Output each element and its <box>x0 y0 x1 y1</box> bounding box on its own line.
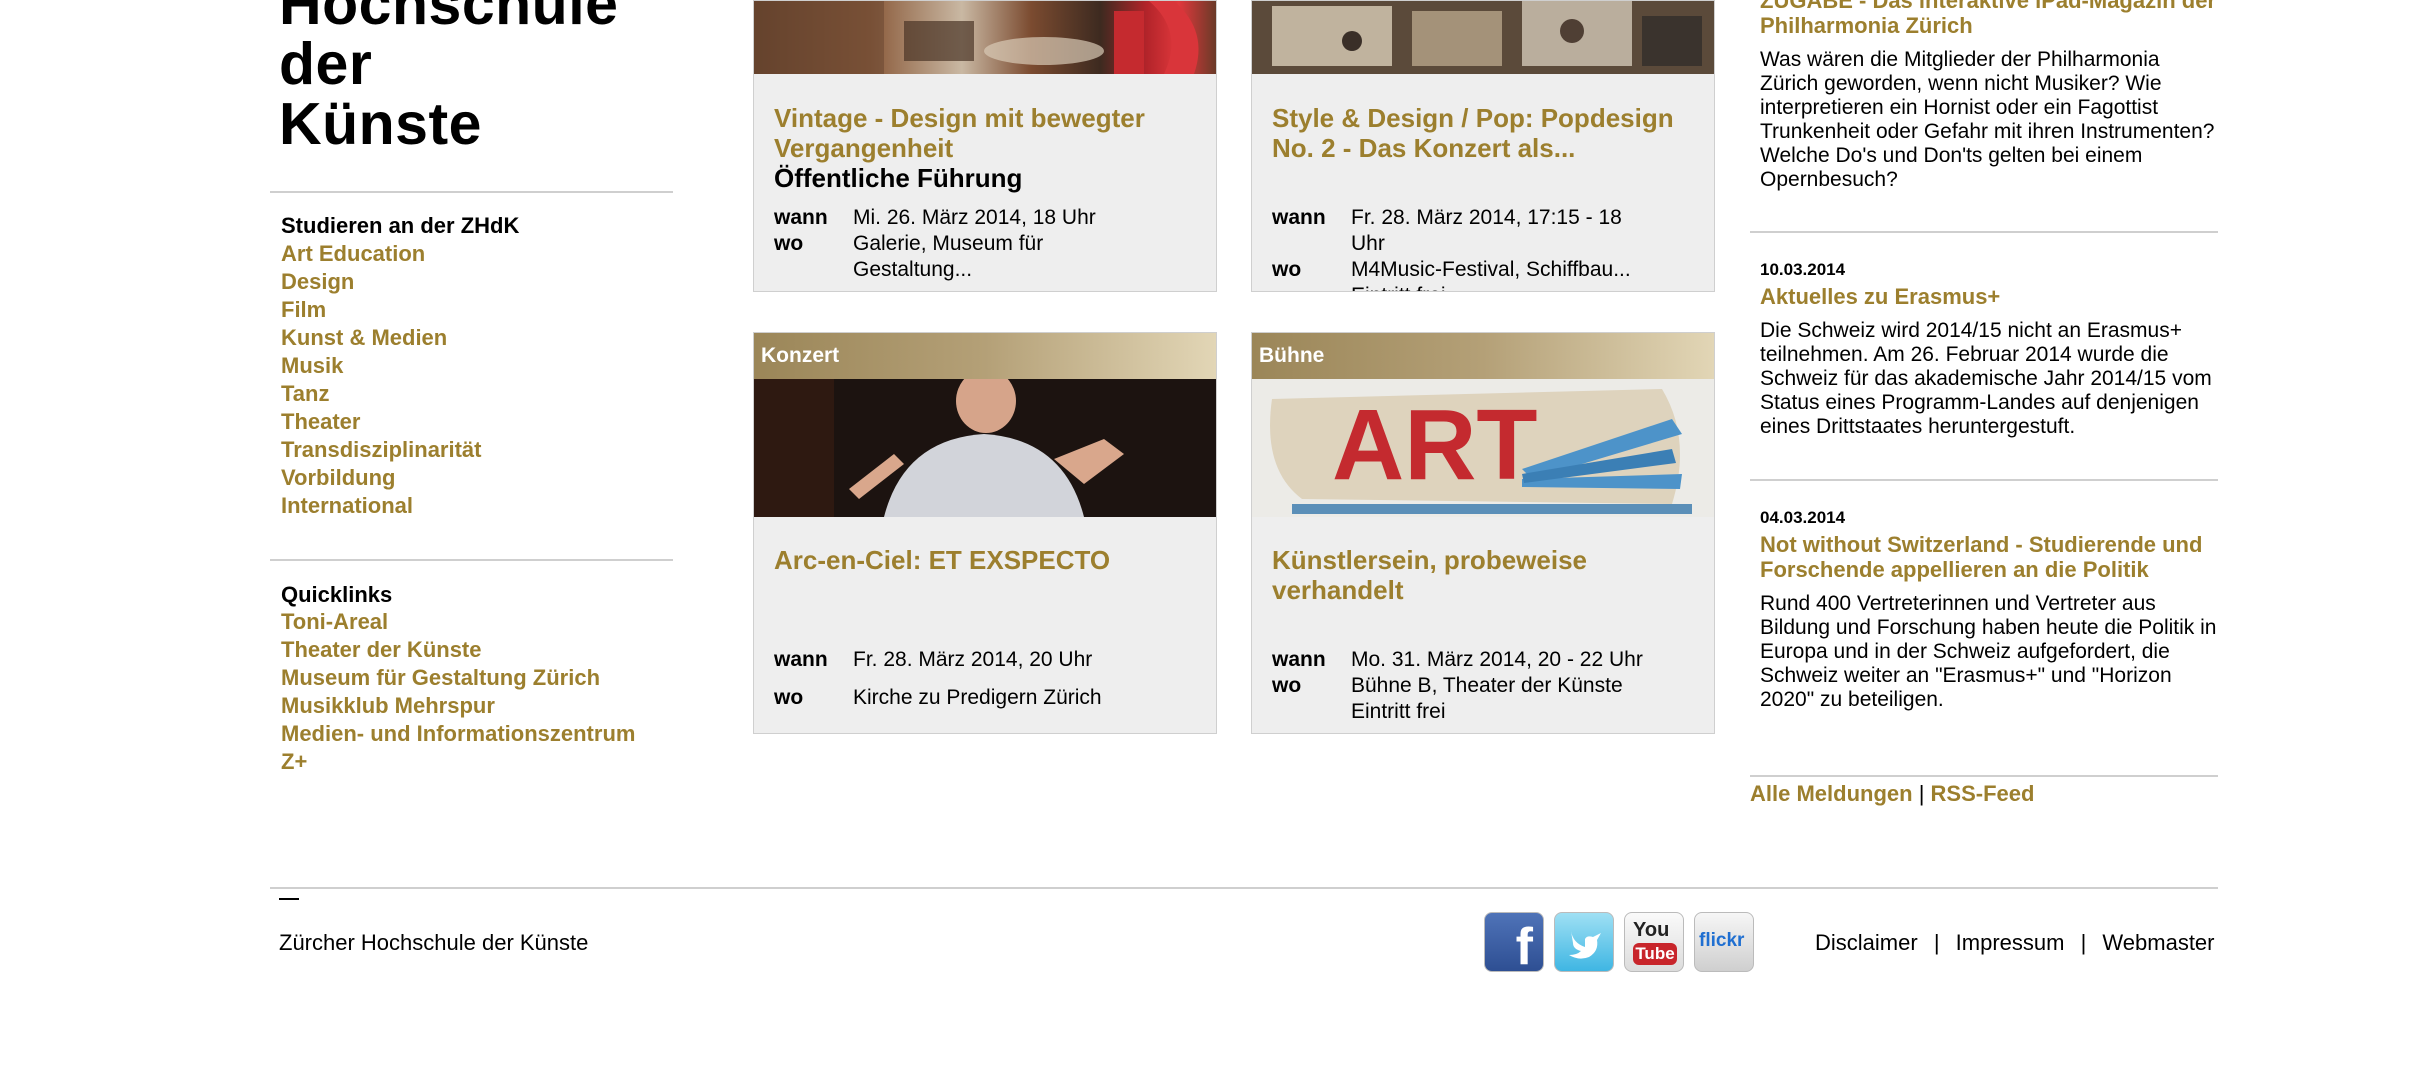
event-card[interactable]: Vintage - Design mit bewegter Vergangenh… <box>753 0 1217 292</box>
footer-institution-name: Zürcher Hochschule der Künste <box>279 930 589 955</box>
news-title[interactable]: Not without Switzerland - Studierende un… <box>1760 532 2220 582</box>
all-news-link[interactable]: Alle Meldungen <box>1750 781 1913 806</box>
event-title[interactable]: Vintage - Design mit bewegter Vergangenh… <box>774 103 1194 163</box>
rss-feed-link[interactable]: RSS-Feed <box>1931 781 2035 806</box>
art-sign-image: ART <box>1252 379 1714 517</box>
footer-links: Disclaimer | Impressum | Webmaster <box>1815 930 2215 956</box>
event-wann-value: Fr. 28. März 2014, 20 Uhr <box>853 648 1093 671</box>
nav-item-design[interactable]: Design <box>281 268 482 296</box>
event-subtitle: Öffentliche Führung <box>774 163 1023 193</box>
event-category: Konzert <box>754 333 1216 379</box>
nav-item-international[interactable]: International <box>281 492 482 520</box>
study-nav: Art Education Design Film Kunst & Medien… <box>281 240 482 520</box>
nav-item-tanz[interactable]: Tanz <box>281 380 482 408</box>
nav-item-transdisziplinaritaet[interactable]: Transdisziplinarität <box>281 436 482 464</box>
disclaimer-link[interactable]: Disclaimer <box>1815 930 1918 955</box>
event-wo-label: wo <box>774 232 804 255</box>
quicklink-theater-der-kuenste[interactable]: Theater der Künste <box>281 636 635 664</box>
event-title[interactable]: Arc-en-Ciel: ET EXSPECTO <box>774 545 1194 575</box>
event-image <box>1252 1 1714 74</box>
event-category: Bühne <box>1252 333 1714 379</box>
art-sign-text: ART <box>1332 389 1538 501</box>
event-title[interactable]: Style & Design / Pop: Popdesign No. 2 - … <box>1272 103 1692 163</box>
webmaster-link[interactable]: Webmaster <box>2102 930 2214 955</box>
news-title[interactable]: ZUGABE - Das interaktive iPad-Magazin de… <box>1760 0 2220 38</box>
nav-item-vorbildung[interactable]: Vorbildung <box>281 464 482 492</box>
event-wann-value: Fr. 28. März 2014, 17:15 - 18 Uhr <box>1351 206 1622 255</box>
flickr-text: flickr <box>1699 930 1745 951</box>
event-wo-label: wo <box>1272 258 1302 281</box>
event-card[interactable]: Konzert Arc-en-Ciel: ET EXSPECTO wann Fr… <box>753 332 1217 734</box>
event-card[interactable]: Bühne ART Künstlersein, probeweise verha… <box>1251 332 1715 734</box>
news-title[interactable]: Aktuelles zu Erasmus+ <box>1760 284 2220 309</box>
facebook-icon-letter: f <box>1515 918 1533 972</box>
quicklink-z-plus[interactable]: Z+ <box>281 748 635 776</box>
event-wo-value: M4Music-Festival, Schiffbau... <box>1351 258 1631 281</box>
event-wo-value: Galerie, Museum für Gestaltung... <box>853 232 1044 281</box>
news-text: Was wären die Mitglieder der Philharmoni… <box>1760 48 2215 191</box>
event-wann-value: Mo. 31. März 2014, 20 - 22 Uhr <box>1351 648 1643 671</box>
logo-line-1: Hochschule <box>279 0 619 37</box>
event-wann-label: wann <box>1272 206 1326 229</box>
divider <box>1750 479 2218 481</box>
study-nav-title: Studieren an der ZHdK <box>281 213 520 238</box>
event-title[interactable]: Künstlersein, probeweise verhandelt <box>1272 545 1692 605</box>
event-wo-label: wo <box>774 686 804 709</box>
event-image <box>754 1 1216 74</box>
divider <box>270 191 673 193</box>
nav-item-musik[interactable]: Musik <box>281 352 482 380</box>
event-wann-label: wann <box>1272 648 1326 671</box>
popdesign-image <box>1252 1 1714 74</box>
event-image: ART <box>1252 379 1714 517</box>
event-image <box>754 379 1216 517</box>
quicklinks-title: Quicklinks <box>281 582 393 607</box>
logo-line-3: Künste <box>279 91 482 157</box>
quicklink-museum-fuer-gestaltung[interactable]: Museum für Gestaltung Zürich <box>281 664 635 692</box>
news-date: 04.03.2014 <box>1760 508 1846 527</box>
footer-link-separator: | <box>2080 930 2087 955</box>
quicklink-musikklub-mehrspur[interactable]: Musikklub Mehrspur <box>281 692 635 720</box>
event-wann-label: wann <box>774 206 828 229</box>
event-wo-label: wo <box>1272 674 1302 697</box>
flickr-icon[interactable]: flickr <box>1694 912 1754 972</box>
event-extra: Eintritt frei <box>1351 283 1691 291</box>
footer-divider <box>270 887 2218 889</box>
news-links-separator: | <box>1918 781 1925 806</box>
nav-item-kunst-medien[interactable]: Kunst & Medien <box>281 324 482 352</box>
nav-item-theater[interactable]: Theater <box>281 408 482 436</box>
divider <box>1750 775 2218 777</box>
twitter-bird-glyph <box>1569 931 1601 959</box>
quicklink-toni-areal[interactable]: Toni-Areal <box>281 608 635 636</box>
news-date: 10.03.2014 <box>1760 260 1846 279</box>
news-text: Die Schweiz wird 2014/15 nicht an Erasmu… <box>1760 319 2212 438</box>
site-logo[interactable]: Hochschule der Künste <box>279 0 618 154</box>
event-wann-label: wann <box>774 648 828 671</box>
quicklink-medien-informationszentrum[interactable]: Medien- und Informationszentrum <box>281 720 635 748</box>
news-links: Alle Meldungen | RSS-Feed <box>1750 781 2034 807</box>
event-wo-value: Bühne B, Theater der Künste <box>1351 674 1623 697</box>
event-extra: Eintritt frei <box>1351 700 1446 723</box>
youtube-you: You <box>1633 919 1670 941</box>
vintage-furniture-image <box>754 1 1199 74</box>
impressum-link[interactable]: Impressum <box>1956 930 2065 955</box>
event-wann-value: Mi. 26. März 2014, 18 Uhr <box>853 206 1096 229</box>
divider <box>270 559 673 561</box>
footer-link-separator: | <box>1933 930 1940 955</box>
news-text: Rund 400 Vertreterinnen und Vertreter au… <box>1760 592 2217 711</box>
quicklinks-nav: Toni-Areal Theater der Künste Museum für… <box>281 608 635 776</box>
event-wo-value: Kirche zu Predigern Zürich <box>853 686 1102 709</box>
event-card[interactable]: Style & Design / Pop: Popdesign No. 2 - … <box>1251 0 1715 292</box>
nav-item-film[interactable]: Film <box>281 296 482 324</box>
facebook-icon[interactable]: f <box>1484 912 1544 972</box>
nav-item-art-education[interactable]: Art Education <box>281 240 482 268</box>
twitter-icon[interactable] <box>1554 912 1614 972</box>
divider <box>1750 231 2218 233</box>
youtube-tube: Tube <box>1633 943 1677 965</box>
youtube-icon[interactable]: You Tube <box>1624 912 1684 972</box>
conductor-image <box>754 379 1216 517</box>
footer-dash <box>279 898 299 900</box>
logo-line-2: der <box>279 31 373 97</box>
